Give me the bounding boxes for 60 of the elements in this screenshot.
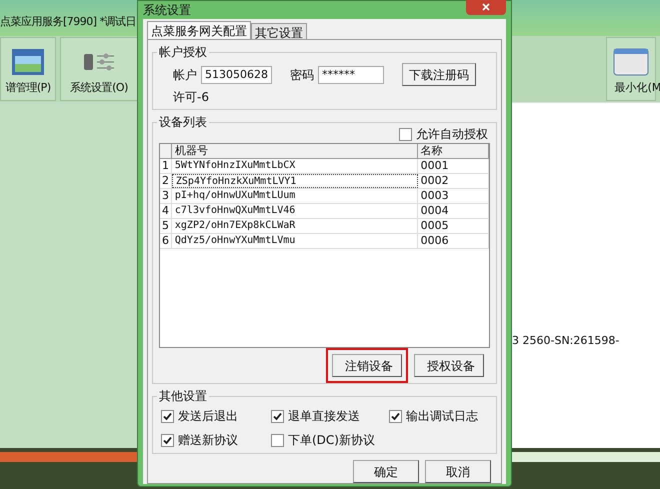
checkbox[interactable] — [161, 434, 174, 446]
checkbox-label: 赠送新协议 — [178, 432, 238, 449]
table-cell: pI+hq/oHnwUXuMmtLUum — [172, 189, 418, 203]
checkbox[interactable] — [271, 434, 284, 446]
row-number: 2 — [160, 174, 172, 188]
toolbar-button[interactable]: 谱管理(P) — [0, 37, 56, 101]
app-title: 点菜应用服务[7990] *调试日 — [0, 14, 136, 30]
checkbox-label: 输出调试日志 — [406, 408, 478, 425]
table-cell: QdYz5/oHnwYXuMmtLVmu — [172, 234, 418, 248]
table-cell: 0003 — [418, 189, 489, 203]
button[interactable]: 注销设备 — [332, 354, 402, 377]
table-cell: 5WtYNfoHnzIXuMmtLbCX — [172, 159, 418, 173]
group-title: 设备列表 — [157, 114, 209, 130]
table-cell: xgZP2/oHn7EXp8kCLWaR — [172, 219, 418, 233]
checkbox[interactable] — [161, 410, 174, 422]
log-text: 3 2560-SN:261598- — [512, 334, 620, 347]
table-cell: 0005 — [418, 219, 489, 233]
table-cell: 0002 — [418, 174, 489, 188]
close-icon — [482, 3, 490, 11]
password-field[interactable]: ****** — [318, 66, 384, 84]
toolbar-button[interactable]: 系统设置(O) — [60, 37, 138, 101]
table-cell: ZSp4YfoHnzkXuMmtLVY1 — [172, 174, 418, 188]
row-number: 6 — [160, 234, 172, 248]
button[interactable]: 下载注册码 — [402, 63, 476, 86]
row-number: 1 — [160, 159, 172, 173]
column-header: 机器号 — [172, 144, 418, 158]
check-icon — [391, 412, 400, 420]
field-label: 帐户 — [173, 66, 197, 84]
checkbox[interactable] — [389, 410, 402, 422]
check-icon — [163, 436, 172, 444]
row-number: 4 — [160, 204, 172, 218]
button[interactable]: 确定 — [353, 460, 419, 483]
table-cell: 0006 — [418, 234, 489, 248]
button[interactable]: 取消 — [425, 460, 491, 483]
column-header: 名称 — [418, 144, 489, 158]
group-title: 其他设置 — [157, 388, 209, 404]
table-cell: 0004 — [418, 204, 489, 218]
row-number: 3 — [160, 189, 172, 203]
table-cell: c7l3vfoHnwQXuMmtLV46 — [172, 204, 418, 218]
checkbox-label: 退单直接发送 — [288, 408, 360, 425]
window-icon — [613, 48, 649, 76]
check-icon — [273, 412, 282, 420]
table-cell: 0001 — [418, 159, 489, 173]
account-field[interactable]: 513050628 — [201, 66, 272, 84]
field-label: 密码 — [290, 66, 314, 84]
checkbox-label: 发送后退出 — [178, 408, 238, 425]
dialog-title: 系统设置 — [143, 2, 191, 19]
check-icon — [163, 412, 172, 420]
group-title: 帐户授权 — [157, 44, 209, 60]
license-text: 许可-6 — [173, 89, 210, 106]
checkbox[interactable] — [399, 128, 412, 140]
checkbox-label: 允许自动授权 — [416, 126, 488, 143]
tab[interactable]: 点菜服务网关配置 — [147, 21, 251, 39]
close-button[interactable] — [466, 0, 506, 15]
photo-icon — [11, 48, 45, 76]
row-number: 5 — [160, 219, 172, 233]
tab[interactable]: 其它设置 — [251, 23, 307, 39]
checkbox[interactable] — [271, 410, 284, 422]
checkbox-label: 下单(DC)新协议 — [288, 432, 375, 449]
button[interactable]: 授权设备 — [414, 354, 484, 377]
